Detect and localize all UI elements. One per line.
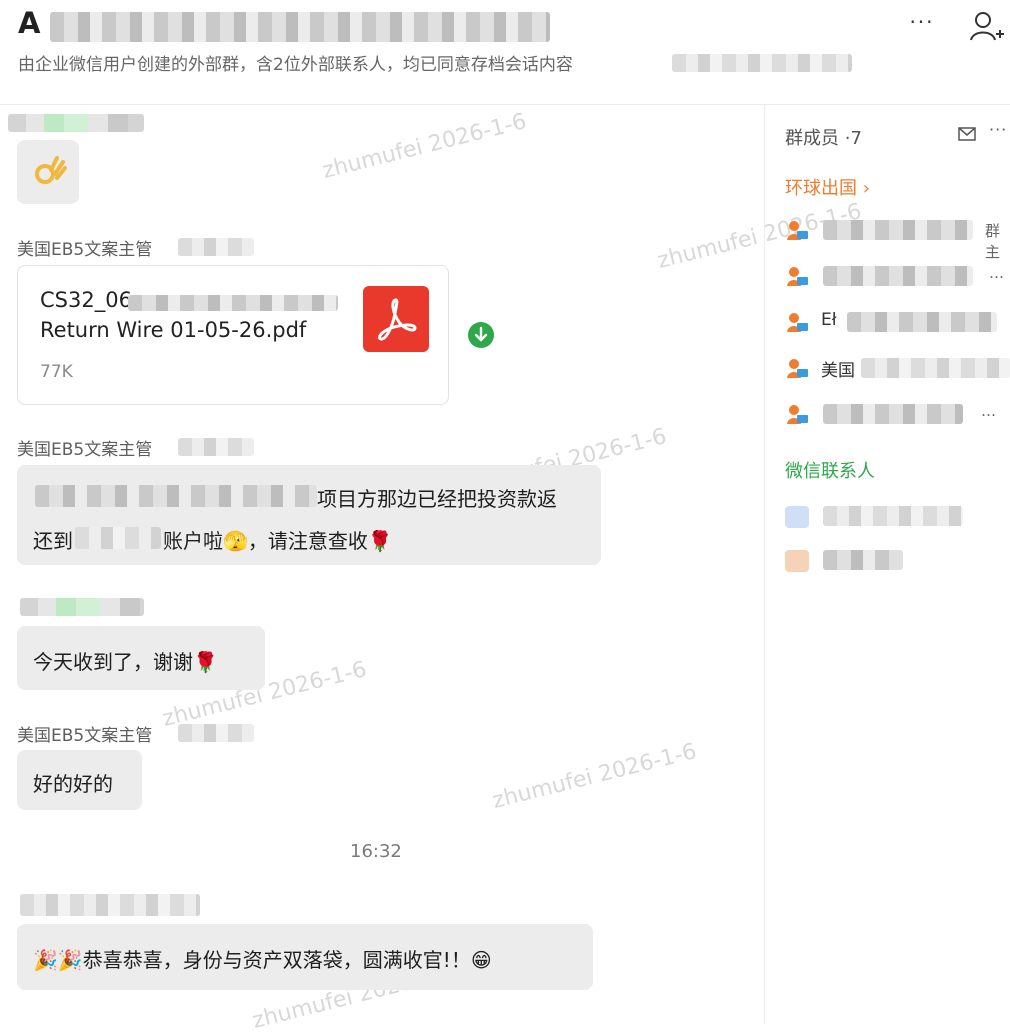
file-name-redacted [128,295,338,311]
member-item[interactable] [785,502,1010,530]
member-name: Eł [821,310,837,330]
file-name-line1: CS32_06 [40,288,132,312]
member-item[interactable]: 群主 [785,216,1010,261]
file-size: 77K [40,362,73,382]
more-options-button[interactable]: ··· [902,10,942,40]
file-name-line2: Return Wire 01-05-26.pdf [40,318,307,342]
sender-name: 美国EB5文案主管 [17,240,153,260]
message-bubble[interactable]: 🎉🎉恭喜恭喜，身份与资产双落袋，圆满收官!！😁 [17,924,593,990]
member-name-redacted [861,358,1010,378]
group-title: A [18,6,41,40]
company-group-label[interactable]: 环球出国 › [785,174,870,200]
message-text-redacted [35,485,317,507]
message-bubble[interactable] [17,140,79,204]
mail-icon [958,127,976,141]
message-text: 🎉🎉恭喜恭喜，身份与资产双落袋，圆满收官!！😁 [33,948,492,972]
chat-header: A 由企业微信用户创建的外部群，含2位外部联系人，均已同意存档会话内容 ··· [0,0,1010,105]
add-member-button[interactable] [966,6,1006,46]
member-item[interactable]: Eł [785,308,1010,336]
watermark: zhumufei 2026-1-6 [320,109,529,184]
watermark: zhumufei 2026-1-6 [490,739,699,814]
sender-name: 美国EB5文案主管 [17,726,153,746]
download-button[interactable] [468,322,494,348]
member-panel: 群成员 ·7 ··· 环球出国 › 群主 … Eł 美国 … 微信联系人 [765,104,1010,1024]
member-item[interactable] [785,546,1010,574]
message-timestamp: 16:32 [350,841,402,862]
member-name-redacted [823,266,973,286]
member-name-redacted [823,220,973,240]
member-name-tail: 群主 [985,222,1001,261]
ok-hand-emoji-icon [35,156,67,184]
message-text: 今天收到了，谢谢🌹 [33,650,218,674]
member-avatar [785,550,809,572]
enterprise-member-icon [787,267,808,286]
message-text: 好的好的 [33,772,113,796]
members-count-title: 群成员 ·7 [785,128,862,149]
member-name: 美国 [821,361,855,381]
add-user-icon [970,12,1004,41]
member-item[interactable]: 美国 [785,354,1010,382]
sender-name: 美国EB5文案主管 [17,440,153,460]
sender-name-redacted [8,114,144,132]
file-attachment-card[interactable]: CS32_06 Return Wire 01-05-26.pdf 77K [17,265,449,405]
member-name-tail: … [981,402,996,420]
member-item[interactable]: … [785,262,1010,290]
enterprise-member-icon [787,359,808,378]
mail-button[interactable] [958,126,976,141]
panel-more-button[interactable]: ··· [989,120,1007,139]
member-name-redacted [823,404,963,424]
message-text: 还到 [33,529,73,553]
message-bubble[interactable]: 好的好的 [17,750,142,810]
subtitle-redacted [672,54,852,72]
sender-name-redacted [20,894,200,916]
group-subtitle: 由企业微信用户创建的外部群，含2位外部联系人，均已同意存档会话内容 [18,55,573,75]
enterprise-member-icon [787,313,808,332]
sender-name-redacted [20,598,144,616]
member-name-redacted [823,506,963,526]
sender-name-redacted [178,438,254,456]
message-text: 账户啦🫣，请注意查收🌹 [163,529,393,553]
message-text: 项目方那边已经把投资款返 [317,487,557,511]
member-item[interactable]: … [785,400,1010,428]
message-bubble[interactable]: 今天收到了，谢谢🌹 [17,626,265,690]
member-avatar [785,506,809,528]
pdf-file-icon [363,286,429,352]
member-name-tail: … [989,264,1004,282]
enterprise-member-icon [787,221,808,240]
member-name-redacted [847,312,997,332]
download-arrow-icon [474,326,488,342]
message-bubble[interactable]: 项目方那边已经把投资款返 还到 账户啦🫣，请注意查收🌹 [17,465,601,565]
sender-name-redacted [178,724,254,742]
sender-name-redacted [178,238,254,256]
enterprise-member-icon [787,405,808,424]
message-text-redacted [75,527,161,549]
chat-message-area[interactable]: zhumufei 2026-1-6 zhumufei 2026-1-6 zhum… [0,104,864,1034]
group-title-redacted [50,12,550,42]
wechat-contacts-label[interactable]: 微信联系人 [785,457,875,483]
member-name-redacted [823,550,903,570]
